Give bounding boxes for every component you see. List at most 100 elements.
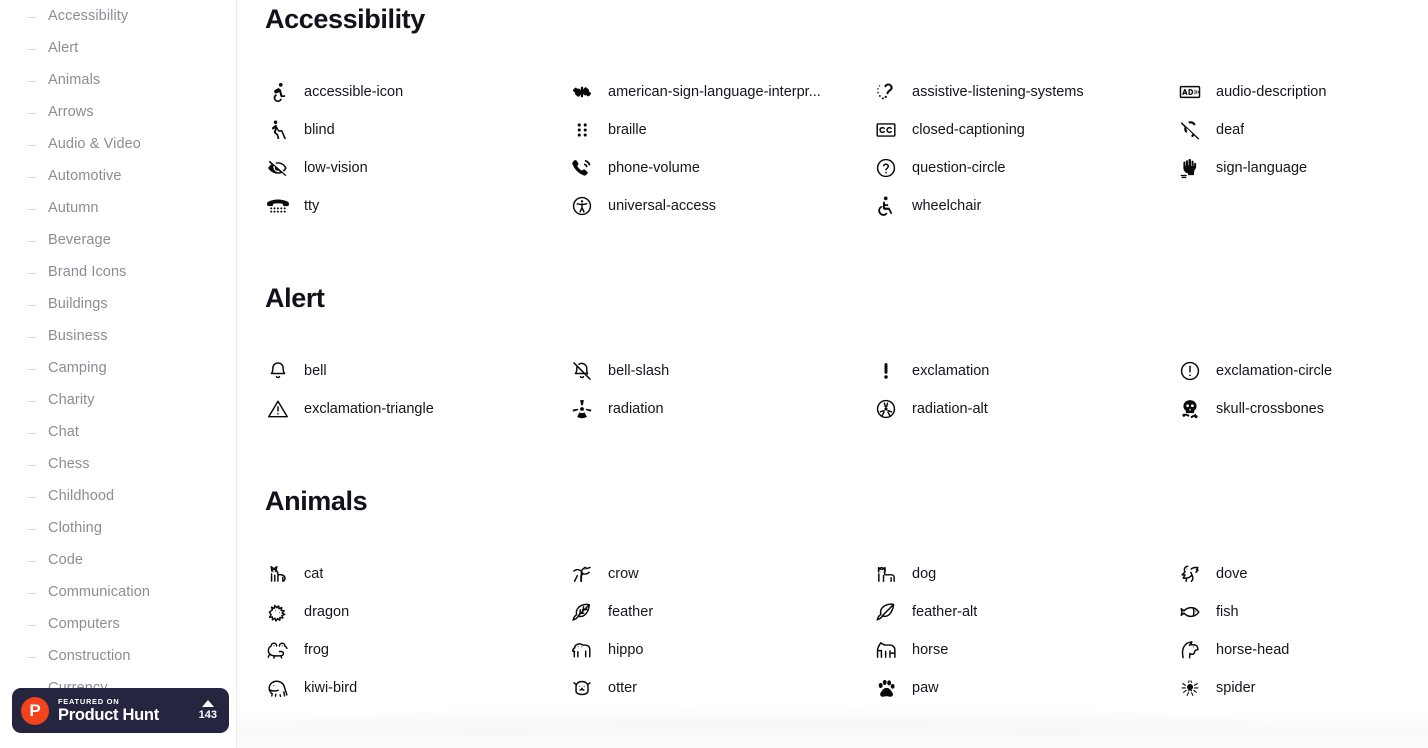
dove-icon — [1177, 561, 1203, 587]
sections-root: Accessibility accessible-icon american-sig… — [265, 6, 1428, 707]
icon-cell-kiwi-bird[interactable]: kiwi-bird — [265, 669, 569, 707]
sidebar-item-beverage[interactable]: – Beverage — [0, 224, 236, 256]
icon-cell-wheelchair[interactable]: wheelchair — [873, 187, 1177, 225]
icon-cell-horse-head[interactable]: horse-head — [1177, 631, 1428, 669]
sidebar-item-label: Autumn — [48, 199, 99, 216]
icon-cell-skull-crossbones[interactable]: skull-crossbones — [1177, 390, 1428, 428]
sidebar-item-dash: – — [28, 72, 36, 88]
sidebar-item-charity[interactable]: – Charity — [0, 384, 236, 416]
icon-cell-feather-alt[interactable]: feather-alt — [873, 593, 1177, 631]
sidebar-item-label: Chat — [48, 423, 80, 440]
sidebar-item-label: Computers — [48, 615, 120, 632]
icon-cell-exclamation-circle[interactable]: exclamation-circle — [1177, 352, 1428, 390]
icon-cell-assistive-listening-systems[interactable]: assistive-listening-systems — [873, 73, 1177, 111]
icon-label: feather-alt — [912, 604, 978, 620]
sidebar-item-buildings[interactable]: – Buildings — [0, 288, 236, 320]
icon-label: question-circle — [912, 160, 1006, 176]
icon-label: kiwi-bird — [304, 680, 358, 696]
horse-icon — [873, 637, 899, 663]
icon-label: braille — [608, 122, 647, 138]
sidebar-item-computers[interactable]: – Computers — [0, 608, 236, 640]
sidebar-item-audio-video[interactable]: – Audio & Video — [0, 128, 236, 160]
icon-cell-exclamation[interactable]: exclamation — [873, 352, 1177, 390]
sidebar-item-accessibility[interactable]: – Accessibility — [0, 0, 236, 32]
product-hunt-badge[interactable]: P FEATURED ON Product Hunt 143 — [12, 688, 229, 733]
sidebar-item-chat[interactable]: – Chat — [0, 416, 236, 448]
icon-cell-paw[interactable]: paw — [873, 669, 1177, 707]
sidebar-item-label: Buildings — [48, 295, 108, 312]
sidebar-item-camping[interactable]: – Camping — [0, 352, 236, 384]
icon-cell-dove[interactable]: dove — [1177, 555, 1428, 593]
icon-cell-low-vision[interactable]: low-vision — [265, 149, 569, 187]
sidebar-item-automotive[interactable]: – Automotive — [0, 160, 236, 192]
sidebar-item-label: Brand Icons — [48, 263, 127, 280]
sidebar-item-dash: – — [28, 232, 36, 248]
sidebar-item-dash: – — [28, 40, 36, 56]
icon-cell-blind[interactable]: blind — [265, 111, 569, 149]
icon-cell-otter[interactable]: otter — [569, 669, 873, 707]
sidebar-item-dash: – — [28, 456, 36, 472]
icon-cell-crow[interactable]: crow — [569, 555, 873, 593]
sidebar-item-label: Communication — [48, 583, 151, 600]
product-hunt-featured-label: FEATURED ON — [58, 696, 120, 706]
icon-cell-bell[interactable]: bell — [265, 352, 569, 390]
dragon-icon — [265, 599, 291, 625]
bell-icon — [265, 358, 291, 384]
icon-cell-fish[interactable]: fish — [1177, 593, 1428, 631]
icon-cell-hippo[interactable]: hippo — [569, 631, 873, 669]
icon-cell-dragon[interactable]: dragon — [265, 593, 569, 631]
icon-cell-question-circle[interactable]: question-circle — [873, 149, 1177, 187]
sidebar-item-autumn[interactable]: – Autumn — [0, 192, 236, 224]
sidebar-item-label: Beverage — [48, 231, 111, 248]
icon-cell-horse[interactable]: horse — [873, 631, 1177, 669]
sidebar-item-communication[interactable]: – Communication — [0, 576, 236, 608]
icon-label: frog — [304, 642, 329, 658]
icon-cell-phone-volume[interactable]: phone-volume — [569, 149, 873, 187]
icon-cell-tty[interactable]: tty — [265, 187, 569, 225]
icon-cell-sign-language[interactable]: sign-language — [1177, 149, 1428, 187]
icon-cell-american-sign-language-interpreting[interactable]: american-sign-language-interpr... — [569, 73, 873, 111]
sidebar-item-chess[interactable]: – Chess — [0, 448, 236, 480]
category-sidebar[interactable]: – Accessibility – Alert – Animals – Arrows – Audi… — [0, 0, 237, 748]
sidebar-item-alert[interactable]: – Alert — [0, 32, 236, 64]
product-hunt-upvote[interactable]: 143 — [199, 700, 219, 721]
sidebar-item-clothing[interactable]: – Clothing — [0, 512, 236, 544]
sidebar-item-dash: – — [28, 8, 36, 24]
icon-label: sign-language — [1216, 160, 1308, 176]
icon-cell-dog[interactable]: dog — [873, 555, 1177, 593]
icon-cell-frog[interactable]: frog — [265, 631, 569, 669]
icon-cell-feather[interactable]: feather — [569, 593, 873, 631]
icon-label: crow — [608, 566, 639, 582]
sidebar-item-construction[interactable]: – Construction — [0, 640, 236, 672]
icon-cell-braille[interactable]: braille — [569, 111, 873, 149]
icon-cell-bell-slash[interactable]: bell-slash — [569, 352, 873, 390]
icon-cell-spider[interactable]: spider — [1177, 669, 1428, 707]
icon-label: bell — [304, 363, 327, 379]
product-hunt-text: FEATURED ON Product Hunt — [58, 696, 199, 724]
sidebar-item-animals[interactable]: – Animals — [0, 64, 236, 96]
icon-cell-cat[interactable]: cat — [265, 555, 569, 593]
sidebar-item-dash: – — [28, 104, 36, 120]
sidebar-item-label: Camping — [48, 359, 107, 376]
icon-cell-universal-access[interactable]: universal-access — [569, 187, 873, 225]
icon-cell-closed-captioning[interactable]: closed-captioning — [873, 111, 1177, 149]
sidebar-item-arrows[interactable]: – Arrows — [0, 96, 236, 128]
icon-label: radiation-alt — [912, 401, 988, 417]
sidebar-list: – Accessibility – Alert – Animals – Arrows – Audi… — [0, 0, 236, 736]
section-accessibility: Accessibility accessible-icon american-sig… — [265, 6, 1428, 225]
product-hunt-upvote-count: 143 — [198, 709, 217, 721]
sidebar-item-business[interactable]: – Business — [0, 320, 236, 352]
icon-label: paw — [912, 680, 939, 696]
icon-cell-audio-description[interactable]: audio-description — [1177, 73, 1428, 111]
sidebar-item-childhood[interactable]: – Childhood — [0, 480, 236, 512]
otter-icon — [569, 675, 595, 701]
icon-label: deaf — [1216, 122, 1245, 138]
icon-cell-deaf[interactable]: deaf — [1177, 111, 1428, 149]
icon-cell-radiation-alt[interactable]: radiation-alt — [873, 390, 1177, 428]
icon-cell-accessible-icon[interactable]: accessible-icon — [265, 73, 569, 111]
icon-cell-radiation[interactable]: radiation — [569, 390, 873, 428]
sidebar-item-brand-icons[interactable]: – Brand Icons — [0, 256, 236, 288]
icon-label: universal-access — [608, 198, 716, 214]
sidebar-item-code[interactable]: – Code — [0, 544, 236, 576]
icon-cell-exclamation-triangle[interactable]: exclamation-triangle — [265, 390, 569, 428]
